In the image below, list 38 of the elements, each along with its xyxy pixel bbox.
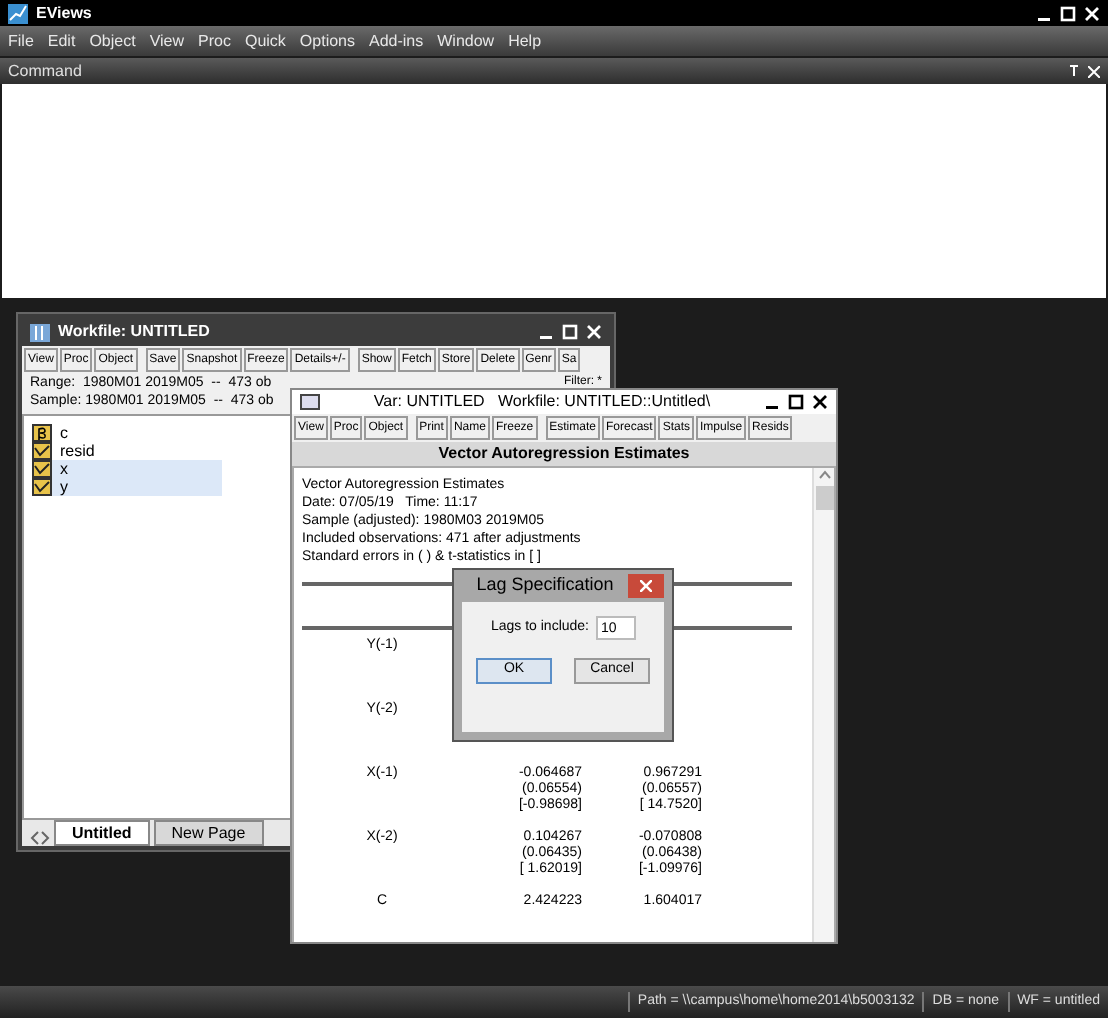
var-icon <box>300 394 320 410</box>
window-title: Workfile: UNTITLED <box>58 320 212 344</box>
menu-item[interactable]: Help <box>508 29 542 53</box>
coefficient-icon <box>32 424 52 442</box>
page-tab[interactable]: New Page <box>153 820 264 846</box>
object-item[interactable]: y <box>32 478 222 496</box>
series-icon <box>32 460 52 478</box>
output-header: Vector Autoregression Estimates <box>292 442 836 466</box>
object-item[interactable]: x <box>32 460 222 478</box>
series-icon <box>32 442 52 460</box>
app-title: EViews <box>36 1 94 25</box>
menu-item[interactable]: Quick <box>244 29 286 53</box>
menu-item[interactable]: File <box>8 29 34 53</box>
menu-item[interactable]: View <box>149 29 185 53</box>
command-input-field[interactable] <box>2 84 1106 298</box>
scroll-up-icon[interactable] <box>817 468 831 482</box>
menu-item[interactable]: Options <box>299 29 355 53</box>
close-button[interactable] <box>628 574 664 598</box>
scrollbar-thumb[interactable] <box>815 486 833 510</box>
menu-item[interactable]: Add-ins <box>369 29 424 53</box>
close-icon <box>640 580 652 592</box>
app-logo-icon <box>8 3 28 23</box>
command-title: Command <box>8 59 84 83</box>
scrollbar[interactable] <box>812 468 834 942</box>
menu-item[interactable]: Edit <box>47 29 76 53</box>
menu-item[interactable]: Proc <box>198 29 231 53</box>
page-tab[interactable]: Untitled <box>54 820 150 846</box>
menu-item[interactable]: Object <box>89 29 136 53</box>
window-title: Var: UNTITLED Workfile: UNTITLED::Untitled\ <box>371 390 713 414</box>
maximize-icon[interactable] <box>788 394 804 410</box>
menu-item[interactable]: Window <box>437 29 495 53</box>
workfile-icon <box>30 323 50 341</box>
dialog-title: Lag Specification <box>474 572 616 599</box>
object-item[interactable]: resid <box>32 442 222 460</box>
series-icon <box>32 478 52 496</box>
object-item[interactable]: c <box>32 424 222 442</box>
scroll-arrows-icon[interactable] <box>30 830 50 846</box>
close-icon[interactable] <box>812 394 828 410</box>
